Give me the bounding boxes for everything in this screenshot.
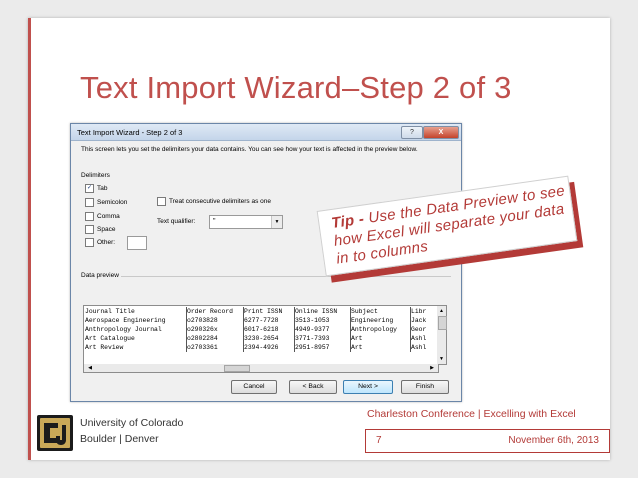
tab-checkbox[interactable]: ✓ Tab <box>85 184 107 194</box>
preview-cell: Art Review <box>84 343 187 352</box>
text-qualifier-label: Text qualifier: <box>157 218 196 225</box>
data-preview-table[interactable]: Journal Title Order Record Print ISSN On… <box>83 305 439 365</box>
text-qualifier-select[interactable]: " ▼ <box>209 215 283 229</box>
comma-label: Comma <box>97 213 120 221</box>
preview-cell: Geor <box>411 326 427 333</box>
preview-cell: o2802284 <box>186 334 244 343</box>
preview-cell: 6017-6218 <box>243 325 295 334</box>
preview-cell: Engineering <box>350 316 411 325</box>
finish-button[interactable]: Finish <box>401 380 449 394</box>
help-button[interactable]: ? <box>401 126 423 139</box>
scroll-right-icon[interactable]: ▶ <box>428 364 436 372</box>
scroll-left-icon[interactable]: ◀ <box>86 364 94 372</box>
semicolon-label: Semicolon <box>97 199 128 207</box>
chevron-down-icon[interactable]: ▼ <box>271 216 282 228</box>
preview-cell: Journal Title <box>84 307 187 316</box>
scroll-down-icon[interactable]: ▼ <box>437 355 446 363</box>
comma-checkbox-box[interactable] <box>85 212 94 221</box>
table-row: Art Catalogue o2802284 3230-2654 3771-73… <box>84 334 438 343</box>
preview-cell: o290326x <box>186 325 244 334</box>
text-qualifier-value: " <box>213 218 216 225</box>
preview-cell: 4949-9377 <box>294 325 351 334</box>
treat-consecutive-checkbox-box[interactable] <box>157 197 166 206</box>
table-row: Anthropology Journal o290326x 6017-6218 … <box>84 325 438 334</box>
dialog-title: Text Import Wizard - Step 2 of 3 <box>77 128 183 137</box>
page-number: 7 <box>376 435 382 446</box>
space-checkbox-box[interactable] <box>85 225 94 234</box>
space-checkbox[interactable]: Space <box>85 225 115 235</box>
data-preview-label: Data preview <box>81 272 119 279</box>
dialog-description: This screen lets you set the delimiters … <box>81 146 418 153</box>
close-button[interactable]: X <box>423 126 459 139</box>
tab-label: Tab <box>97 185 108 193</box>
table-row: Art Review o2703361 2394-4926 2951-8957 … <box>84 343 438 352</box>
vertical-scroll-thumb[interactable] <box>438 316 447 330</box>
preview-cell: Subject <box>350 307 411 316</box>
university-logo-icon <box>37 415 73 451</box>
treat-consecutive-label: Treat consecutive delimiters as one <box>169 198 272 206</box>
data-preview-divider <box>121 276 451 277</box>
back-button[interactable]: < Back <box>289 380 337 394</box>
preview-cell: o2703828 <box>186 316 244 325</box>
delimiters-legend: Delimiters <box>81 172 110 179</box>
preview-cell: Aerospace Engineering <box>84 316 187 325</box>
preview-cell: 2394-4926 <box>243 343 295 352</box>
table-row: Journal Title Order Record Print ISSN On… <box>84 307 438 316</box>
space-label: Space <box>97 226 116 234</box>
preview-horizontal-scrollbar[interactable]: ◀ ▶ <box>83 364 439 373</box>
accent-rule <box>28 18 31 460</box>
preview-cell: 3771-7393 <box>294 334 351 343</box>
scroll-up-icon[interactable]: ▲ <box>437 307 446 315</box>
footer-bar: 7 November 6th, 2013 <box>365 429 610 453</box>
footer-date: November 6th, 2013 <box>508 435 599 446</box>
preview-cell: 3513-1053 <box>294 316 351 325</box>
preview-cell: 2951-8957 <box>294 343 351 352</box>
dialog-titlebar: Text Import Wizard - Step 2 of 3 ? X <box>71 124 461 141</box>
preview-cell: Libr <box>411 308 427 315</box>
preview-cell: Online ISSN <box>294 307 351 316</box>
preview-cell: Anthropology <box>350 325 411 334</box>
other-label: Other: <box>97 239 116 247</box>
semicolon-checkbox-box[interactable] <box>85 198 94 207</box>
preview-vertical-scrollbar[interactable]: ▲ ▼ <box>437 305 447 365</box>
horizontal-scroll-thumb[interactable] <box>224 365 250 372</box>
other-checkbox[interactable]: Other: <box>85 238 115 248</box>
university-name: University of Colorado <box>80 417 184 429</box>
preview-cell: Art <box>350 343 411 352</box>
university-campus: Boulder | Denver <box>80 433 159 445</box>
preview-cell: Art Catalogue <box>84 334 187 343</box>
next-button[interactable]: Next > <box>343 380 393 394</box>
preview-cell: 6277-7728 <box>243 316 295 325</box>
semicolon-checkbox[interactable]: Semicolon <box>85 198 127 208</box>
preview-cell: Ashl <box>411 344 427 351</box>
preview-cell: o2703361 <box>186 343 244 352</box>
preview-cell: 3230-2654 <box>243 334 295 343</box>
table-row: Aerospace Engineering o2703828 6277-7728… <box>84 316 438 325</box>
conference-subtitle: Charleston Conference | Excelling with E… <box>367 408 576 420</box>
slide-title: Text Import Wizard–Step 2 of 3 <box>80 70 512 105</box>
preview-cell: Ashl <box>411 335 427 342</box>
preview-cell: Art <box>350 334 411 343</box>
cancel-button[interactable]: Cancel <box>231 380 277 394</box>
preview-cell: Order Record <box>186 307 244 316</box>
preview-cell: Print ISSN <box>243 307 295 316</box>
other-checkbox-box[interactable] <box>85 238 94 247</box>
tab-checkbox-box[interactable]: ✓ <box>85 184 94 193</box>
preview-cell: Jack <box>411 317 427 324</box>
other-delimiter-input[interactable] <box>127 236 147 250</box>
preview-cell: Anthropology Journal <box>84 325 187 334</box>
treat-consecutive-checkbox[interactable]: Treat consecutive delimiters as one <box>157 197 271 206</box>
comma-checkbox[interactable]: Comma <box>85 212 120 222</box>
